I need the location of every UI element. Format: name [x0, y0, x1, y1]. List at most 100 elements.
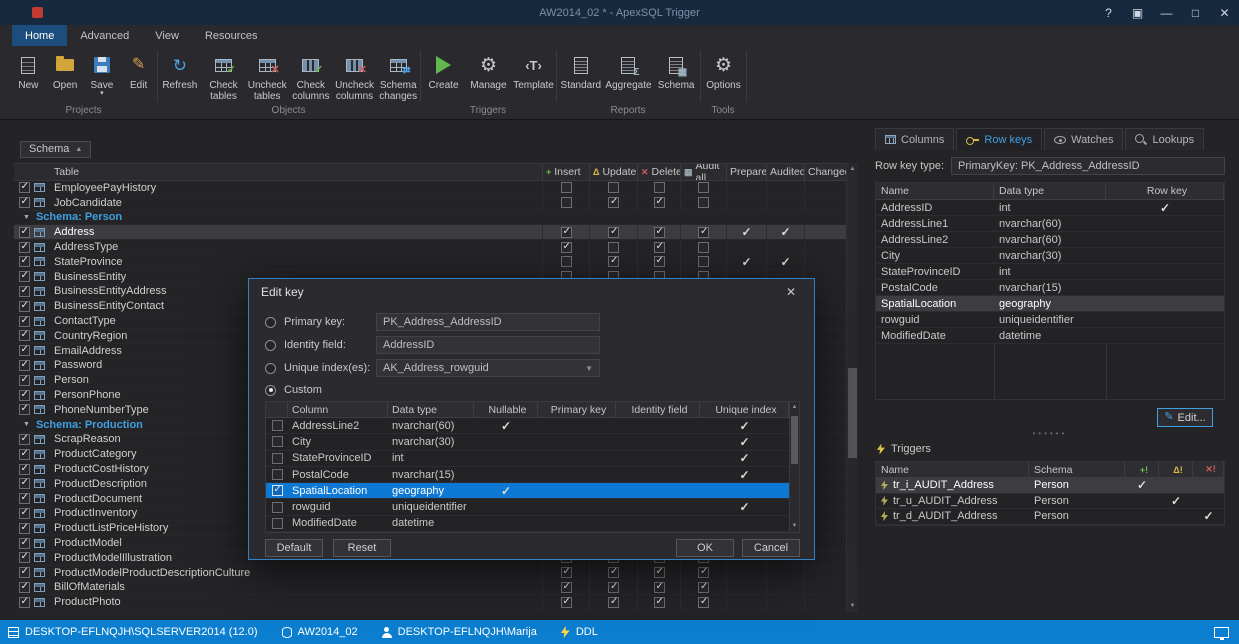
status-monitor[interactable]: [1214, 627, 1229, 638]
insert-checkbox[interactable]: [561, 242, 572, 253]
row-checkbox[interactable]: [19, 567, 30, 578]
audit-all-checkbox[interactable]: [698, 182, 709, 193]
row-checkbox[interactable]: [19, 182, 30, 193]
insert-checkbox[interactable]: [561, 182, 572, 193]
key-column-row[interactable]: StateProvinceID int: [266, 451, 789, 467]
ribbon-tab[interactable]: View: [142, 25, 192, 46]
status-user[interactable]: DESKTOP-EFLNQJH\Marija: [382, 626, 537, 638]
new-button[interactable]: New: [10, 49, 47, 91]
column-header-data-type[interactable]: Data type: [994, 183, 1106, 199]
dialog-close-button[interactable]: ✕: [780, 285, 802, 299]
row-checkbox[interactable]: [19, 434, 30, 445]
delete-checkbox[interactable]: [654, 567, 665, 578]
row-checkbox[interactable]: [19, 227, 30, 238]
table-row[interactable]: JobCandidate: [14, 196, 846, 211]
tab-row-keys[interactable]: Row keys: [956, 128, 1042, 150]
key-column-row[interactable]: SpatialLocation geography: [266, 483, 789, 499]
update-checkbox[interactable]: [608, 242, 619, 253]
reset-button[interactable]: Reset: [333, 539, 391, 557]
column-checkbox[interactable]: [272, 485, 283, 496]
update-checkbox[interactable]: [608, 182, 619, 193]
vertical-scrollbar[interactable]: ▲ ▼: [846, 163, 858, 612]
aggregate-report-button[interactable]: Σ Aggregate: [606, 49, 650, 91]
insert-checkbox[interactable]: [561, 197, 572, 208]
row-checkbox[interactable]: [19, 493, 30, 504]
table-row[interactable]: ProductPhoto: [14, 595, 846, 610]
row-checkbox[interactable]: [19, 478, 30, 489]
column-header-schema[interactable]: Schema: [1029, 462, 1125, 477]
column-header-audited[interactable]: Audited: [766, 164, 804, 180]
collapse-icon[interactable]: ▼: [23, 421, 30, 428]
update-checkbox[interactable]: [608, 567, 619, 578]
column-checkbox[interactable]: [272, 436, 283, 447]
row-checkbox[interactable]: [19, 449, 30, 460]
row-checkbox[interactable]: [19, 538, 30, 549]
dialog-grid-scrollbar[interactable]: ▲ ▼: [789, 402, 799, 532]
audit-all-checkbox[interactable]: [698, 227, 709, 238]
audit-all-checkbox[interactable]: [698, 256, 709, 267]
delete-checkbox[interactable]: [654, 597, 665, 608]
ok-button[interactable]: OK: [676, 539, 734, 557]
column-row[interactable]: ModifiedDate datetime: [876, 328, 1224, 344]
key-column-row[interactable]: PostalCode nvarchar(15): [266, 467, 789, 483]
row-checkbox[interactable]: [19, 360, 30, 371]
column-checkbox[interactable]: [272, 469, 283, 480]
group-by-schema-chip[interactable]: Schema ▲: [20, 141, 91, 158]
table-row[interactable]: EmployeePayHistory: [14, 181, 846, 196]
delete-checkbox[interactable]: [654, 582, 665, 593]
delete-checkbox[interactable]: [654, 227, 665, 238]
default-button[interactable]: Default: [265, 539, 323, 557]
column-header-changed[interactable]: Changed: [804, 164, 846, 180]
row-checkbox[interactable]: [19, 582, 30, 593]
update-checkbox[interactable]: [608, 256, 619, 267]
row-checkbox[interactable]: [19, 508, 30, 519]
options-button[interactable]: ⚙ Options: [702, 49, 746, 91]
row-checkbox[interactable]: [19, 271, 30, 282]
update-checkbox[interactable]: [608, 597, 619, 608]
row-checkbox[interactable]: [19, 552, 30, 563]
column-checkbox[interactable]: [272, 453, 283, 464]
column-row[interactable]: AddressLine2 nvarchar(60): [876, 232, 1224, 248]
column-header-update[interactable]: ΔUpdate: [589, 164, 637, 180]
ribbon-tab[interactable]: Advanced: [67, 25, 142, 46]
create-triggers-button[interactable]: Create: [422, 49, 466, 91]
status-database[interactable]: AW2014_02: [282, 626, 358, 638]
delete-checkbox[interactable]: [654, 242, 665, 253]
open-button[interactable]: Open: [47, 49, 84, 91]
row-checkbox[interactable]: [19, 197, 30, 208]
refresh-button[interactable]: ↻ Refresh: [158, 49, 202, 91]
identity-field-input[interactable]: AddressID: [376, 336, 600, 354]
check-columns-button[interactable]: ✓ Check columns: [289, 49, 333, 102]
column-header-primary-key[interactable]: Primary key: [538, 402, 616, 417]
row-checkbox[interactable]: [19, 256, 30, 267]
row-checkbox[interactable]: [19, 375, 30, 386]
scrollbar-thumb[interactable]: [791, 416, 798, 464]
column-header-insert[interactable]: +Insert: [542, 164, 589, 180]
update-checkbox[interactable]: [608, 197, 619, 208]
unique-index-select[interactable]: AK_Address_rowguid ▼: [376, 359, 600, 377]
column-header-nullable[interactable]: Nullable: [474, 402, 538, 417]
column-row[interactable]: PostalCode nvarchar(15): [876, 280, 1224, 296]
column-header-name[interactable]: Name: [876, 462, 1029, 477]
row-checkbox[interactable]: [19, 523, 30, 534]
key-column-row[interactable]: rowguid uniqueidentifier: [266, 499, 789, 515]
panel-splitter[interactable]: ••••••: [875, 429, 1225, 438]
column-row[interactable]: SpatialLocation geography: [876, 296, 1224, 312]
column-row[interactable]: StateProvinceID int: [876, 264, 1224, 280]
column-header-name[interactable]: Name: [876, 183, 994, 199]
update-checkbox[interactable]: [608, 582, 619, 593]
insert-checkbox[interactable]: [561, 227, 572, 238]
row-checkbox[interactable]: [19, 404, 30, 415]
scroll-up-icon[interactable]: ▲: [847, 163, 858, 175]
identity-field-radio[interactable]: [265, 340, 276, 351]
key-column-row[interactable]: AddressLine2 nvarchar(60): [266, 418, 789, 434]
audit-all-checkbox[interactable]: [698, 242, 709, 253]
insert-checkbox[interactable]: [561, 256, 572, 267]
edit-button-ribbon[interactable]: ✎ Edit: [120, 49, 157, 91]
row-checkbox[interactable]: [19, 242, 30, 253]
save-button[interactable]: Save▾: [84, 49, 121, 97]
delete-checkbox[interactable]: [654, 182, 665, 193]
column-row[interactable]: AddressLine1 nvarchar(60): [876, 216, 1224, 232]
custom-radio[interactable]: [265, 385, 276, 396]
unique-index-radio[interactable]: [265, 363, 276, 374]
